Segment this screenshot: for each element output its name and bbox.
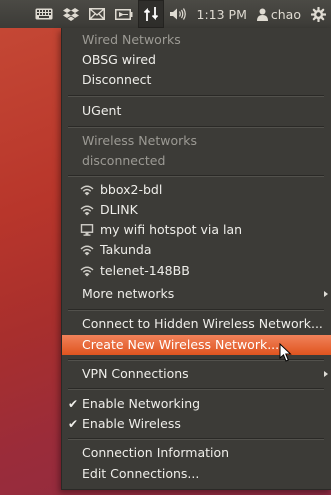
separator	[68, 95, 324, 97]
network-item-telenet[interactable]: telenet-148BB	[62, 261, 331, 281]
menu-item-ugent[interactable]: UGent	[62, 101, 331, 121]
menu-item-edit-connections[interactable]: Edit Connections...	[62, 464, 331, 484]
wifi-icon	[80, 245, 94, 256]
menu-item-enable-wireless[interactable]: ✔ Enable Wireless	[62, 414, 331, 434]
network-item-takunda[interactable]: Takunda	[62, 240, 331, 260]
dropbox-icon	[62, 8, 79, 21]
separator	[68, 175, 324, 177]
session-indicator[interactable]	[306, 0, 331, 28]
menu-item-connect-hidden-network[interactable]: Connect to Hidden Wireless Network...	[62, 314, 331, 334]
menu-item-disconnect[interactable]: Disconnect	[62, 70, 331, 90]
user-icon	[256, 8, 268, 21]
gear-icon	[311, 6, 326, 22]
wifi-icon	[80, 205, 94, 216]
menu-item-connection-information[interactable]: Connection Information	[62, 443, 331, 463]
volume-icon	[169, 8, 186, 20]
keyboard-indicator[interactable]	[30, 0, 58, 28]
separator	[68, 388, 324, 390]
network-menu: Wired Networks OBSG wired Disconnect UGe…	[61, 28, 331, 490]
network-item-my-wifi-hotspot[interactable]: my wifi hotspot via lan	[62, 220, 331, 240]
network-icon	[143, 7, 158, 21]
separator	[68, 309, 324, 311]
submenu-arrow-icon	[324, 291, 328, 297]
menu-item-enable-networking[interactable]: ✔ Enable Networking	[62, 394, 331, 414]
user-menu[interactable]: chao	[252, 0, 306, 28]
checkmark-icon: ✔	[68, 397, 79, 411]
wireless-status: disconnected	[82, 153, 166, 168]
network-item-dlink[interactable]: DLINK	[62, 200, 331, 220]
battery-indicator[interactable]	[110, 0, 138, 28]
submenu-arrow-icon	[324, 371, 328, 377]
checkmark-icon: ✔	[68, 417, 79, 431]
network-indicator[interactable]	[137, 0, 164, 28]
menu-item-vpn-connections[interactable]: VPN Connections	[62, 364, 331, 384]
menu-item-more-networks[interactable]: More networks	[62, 284, 331, 304]
user-name: chao	[270, 6, 301, 22]
mail-icon	[88, 8, 105, 20]
wifi-icon	[80, 185, 94, 196]
separator	[68, 126, 324, 128]
wireless-networks-header: Wireless Networks	[82, 133, 197, 148]
menu-item-obsg-wired[interactable]: OBSG wired	[62, 50, 331, 70]
dropbox-indicator[interactable]	[58, 0, 84, 28]
clock[interactable]: 1:13 PM	[192, 0, 252, 28]
battery-icon	[114, 8, 133, 20]
wifi-icon	[80, 266, 94, 277]
top-panel: 1:13 PM chao	[0, 0, 331, 28]
monitor-icon	[80, 224, 94, 236]
mail-indicator[interactable]	[84, 0, 110, 28]
mouse-pointer-icon	[279, 343, 292, 362]
wired-networks-header: Wired Networks	[82, 32, 181, 47]
volume-indicator[interactable]	[164, 0, 192, 28]
keyboard-icon	[35, 8, 53, 20]
separator	[68, 438, 324, 440]
network-item-bbox2-bdl[interactable]: bbox2-bdl	[62, 180, 331, 200]
